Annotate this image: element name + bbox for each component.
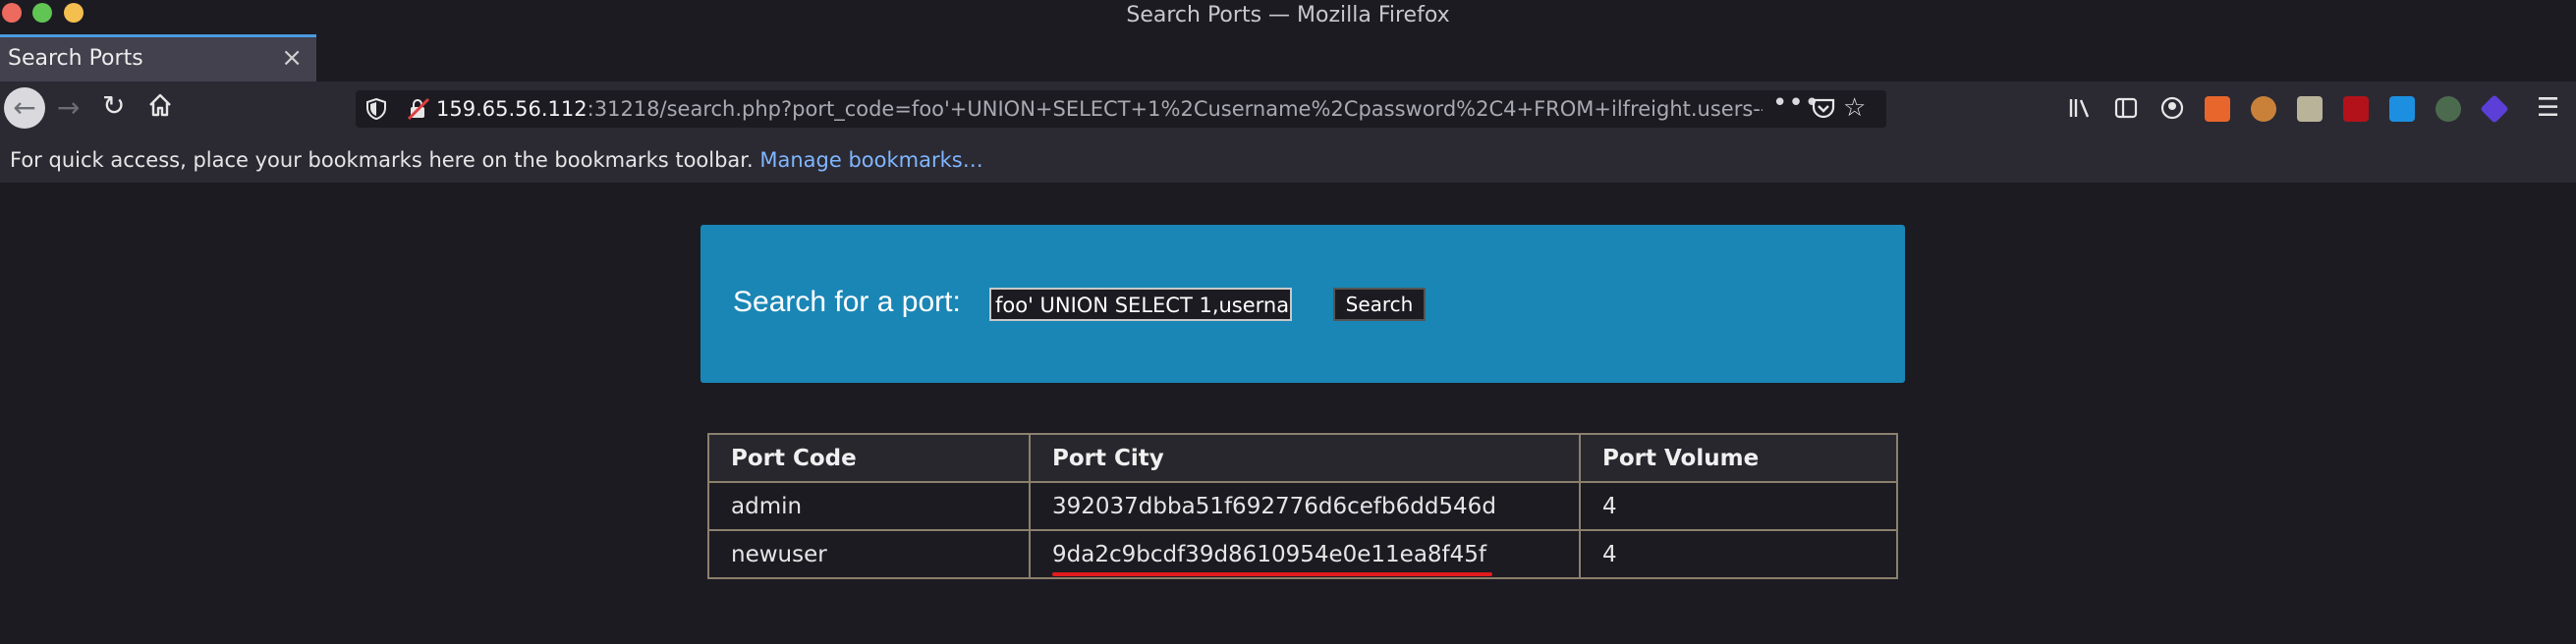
- tab-search-ports[interactable]: Search Ports ×: [0, 34, 316, 81]
- tab-label: Search Ports: [8, 46, 143, 71]
- url-host: 159.65.56.112: [436, 97, 588, 121]
- url-path: :31218/search.php?port_code=foo'+UNION+S…: [587, 97, 1763, 121]
- forward-arrow-icon[interactable]: →: [57, 91, 80, 124]
- window-title: Search Ports — Mozilla Firefox: [1126, 3, 1450, 27]
- extension-ublock-icon[interactable]: [2343, 96, 2369, 122]
- pocket-icon[interactable]: [1812, 97, 1835, 123]
- column-header: Port Volume: [1579, 433, 1898, 483]
- search-button[interactable]: Search: [1333, 288, 1426, 321]
- url-text[interactable]: 159.65.56.112:31218/search.php?port_code…: [436, 90, 1763, 128]
- back-arrow-icon[interactable]: ←: [4, 87, 45, 129]
- manage-bookmarks-link[interactable]: Manage bookmarks…: [759, 148, 982, 172]
- tab-close-icon[interactable]: ×: [281, 43, 303, 73]
- extension-s-icon[interactable]: [2389, 96, 2415, 122]
- library-icon[interactable]: [2067, 95, 2093, 125]
- results-table: Port Code Port City Port Volume admin 39…: [707, 433, 1898, 579]
- column-header: Port Code: [707, 433, 1031, 483]
- sidebar-icon[interactable]: [2113, 95, 2139, 125]
- menu-icon[interactable]: ☰: [2537, 93, 2559, 123]
- table-row: newuser 9da2c9bcdf39d8610954e0e11ea8f45f…: [707, 529, 1898, 579]
- column-header: Port City: [1029, 433, 1581, 483]
- extension-glasses-icon[interactable]: [2436, 96, 2461, 122]
- bookmarks-hint: For quick access, place your bookmarks h…: [10, 148, 983, 172]
- bookmark-star-icon[interactable]: ☆: [1843, 93, 1866, 123]
- navigation-toolbar: ← → ↻ 159.65.56.112:31218/search.php?por…: [0, 81, 2576, 137]
- table-cell: 9da2c9bcdf39d8610954e0e11ea8f45f: [1029, 529, 1581, 579]
- table-cell: admin: [707, 481, 1031, 531]
- url-bar[interactable]: 159.65.56.112:31218/search.php?port_code…: [356, 88, 1886, 128]
- extension-cookie-icon[interactable]: [2251, 96, 2276, 122]
- extension-diamond-icon[interactable]: [2480, 94, 2509, 124]
- extension-tamper-icon[interactable]: [2297, 96, 2323, 122]
- table-cell: 4: [1579, 529, 1898, 579]
- search-panel: Search for a port: foo' UNION SELECT 1,u…: [700, 225, 1905, 383]
- table-row: admin 392037dbba51f692776d6cefb6dd546d 4: [707, 481, 1898, 531]
- insecure-lock-icon[interactable]: [407, 97, 430, 125]
- highlighted-hash: 9da2c9bcdf39d8610954e0e11ea8f45f: [1052, 541, 1493, 576]
- bookmarks-toolbar: For quick access, place your bookmarks h…: [0, 137, 2576, 183]
- home-icon[interactable]: [147, 92, 173, 122]
- window-titlebar: Search Ports — Mozilla Firefox: [0, 0, 2576, 33]
- search-label: Search for a port:: [733, 286, 961, 318]
- shield-icon[interactable]: [365, 97, 387, 125]
- table-cell: newuser: [707, 529, 1031, 579]
- table-cell: 4: [1579, 481, 1898, 531]
- table-cell: 392037dbba51f692776d6cefb6dd546d: [1029, 481, 1581, 531]
- extension-fox-icon[interactable]: [2205, 96, 2230, 122]
- bookmarks-hint-text: For quick access, place your bookmarks h…: [10, 148, 754, 172]
- account-icon[interactable]: [2159, 95, 2185, 125]
- table-header-row: Port Code Port City Port Volume: [707, 433, 1898, 483]
- reload-icon[interactable]: ↻: [102, 89, 125, 122]
- port-search-input[interactable]: foo' UNION SELECT 1,username: [989, 288, 1292, 321]
